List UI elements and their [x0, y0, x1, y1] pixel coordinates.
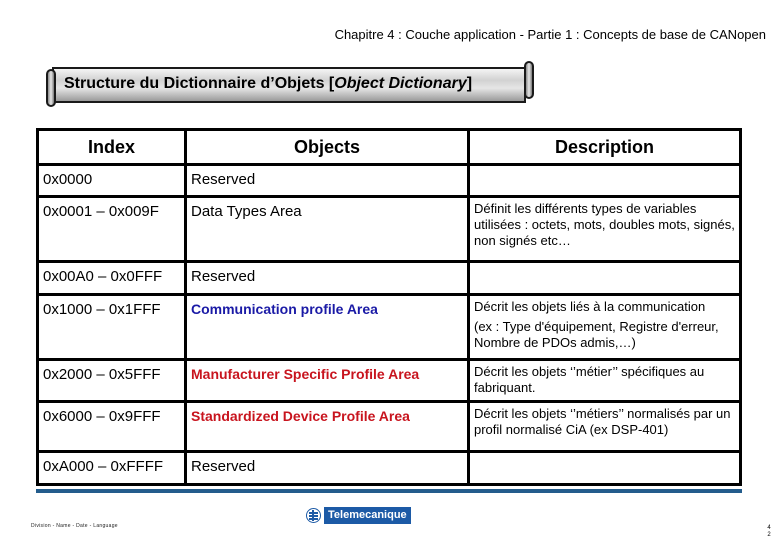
telemecanique-logo-icon	[306, 508, 321, 523]
table-row: 0x0000 Reserved	[36, 163, 742, 198]
column-header-index: Index	[36, 128, 187, 166]
description-cell: Définit les différents types de variable…	[467, 195, 742, 263]
page-number: 4 2	[767, 525, 771, 538]
footer-divider	[36, 489, 742, 493]
description-cell	[467, 260, 742, 296]
telemecanique-logo: Telemecanique	[306, 507, 411, 524]
index-cell: 0x2000 – 0x5FFF	[36, 358, 187, 403]
index-cell: 0x0000	[36, 163, 187, 198]
slide-title: Structure du Dictionnaire d’Objets [Obje…	[64, 75, 472, 93]
logo-text: Telemecanique	[324, 507, 411, 524]
chapter-header: Chapitre 4 : Couche application - Partie…	[334, 27, 766, 42]
column-header-objects: Objects	[184, 128, 470, 166]
table-row: 0x0001 – 0x009F Data Types Area Définit …	[36, 195, 742, 263]
index-cell: 0x00A0 – 0x0FFF	[36, 260, 187, 296]
table-row: 0x1000 – 0x1FFF Communication profile Ar…	[36, 293, 742, 361]
object-cell: Data Types Area	[184, 195, 470, 263]
scroll-left-roll-icon	[46, 69, 56, 107]
title-main: Structure du Dictionnaire d’Objets [	[64, 75, 335, 92]
description-cell	[467, 163, 742, 198]
description-cell: Décrit les objets liés à la communicatio…	[467, 293, 742, 361]
object-cell: Reserved	[184, 260, 470, 296]
object-cell: Standardized Device Profile Area	[184, 400, 470, 453]
description-example-text: (ex : Type d'équipement, Registre d'erre…	[474, 319, 719, 350]
description-cell: Décrit les objets ‘’métier’’ spécifiques…	[467, 358, 742, 403]
object-dictionary-table: Index Objects Description 0x0000 Reserve…	[36, 128, 742, 486]
index-cell: 0x1000 – 0x1FFF	[36, 293, 187, 361]
table-row: 0xA000 – 0xFFFF Reserved	[36, 450, 742, 486]
description-text: Décrit les objets liés à la communicatio…	[474, 299, 706, 314]
title-italic: Object Dictionary	[334, 75, 467, 92]
table-row: 0x6000 – 0x9FFF Standardized Device Prof…	[36, 400, 742, 453]
column-header-description: Description	[467, 128, 742, 166]
footer-info: Division - Name - Date - Language	[31, 523, 118, 529]
index-cell: 0x6000 – 0x9FFF	[36, 400, 187, 453]
description-cell	[467, 450, 742, 486]
index-cell: 0x0001 – 0x009F	[36, 195, 187, 263]
table-row: 0x00A0 – 0x0FFF Reserved	[36, 260, 742, 296]
table-row: 0x2000 – 0x5FFF Manufacturer Specific Pr…	[36, 358, 742, 403]
object-cell: Reserved	[184, 163, 470, 198]
title-banner: Structure du Dictionnaire d’Objets [Obje…	[46, 61, 534, 107]
object-cell: Manufacturer Specific Profile Area	[184, 358, 470, 403]
table-header-row: Index Objects Description	[36, 128, 742, 166]
object-cell: Reserved	[184, 450, 470, 486]
scroll-right-roll-icon	[524, 61, 534, 99]
title-close: ]	[466, 75, 473, 92]
description-cell: Décrit les objets ‘’métiers’’ normalisés…	[467, 400, 742, 453]
index-cell: 0xA000 – 0xFFFF	[36, 450, 187, 486]
object-cell: Communication profile Area	[184, 293, 470, 361]
